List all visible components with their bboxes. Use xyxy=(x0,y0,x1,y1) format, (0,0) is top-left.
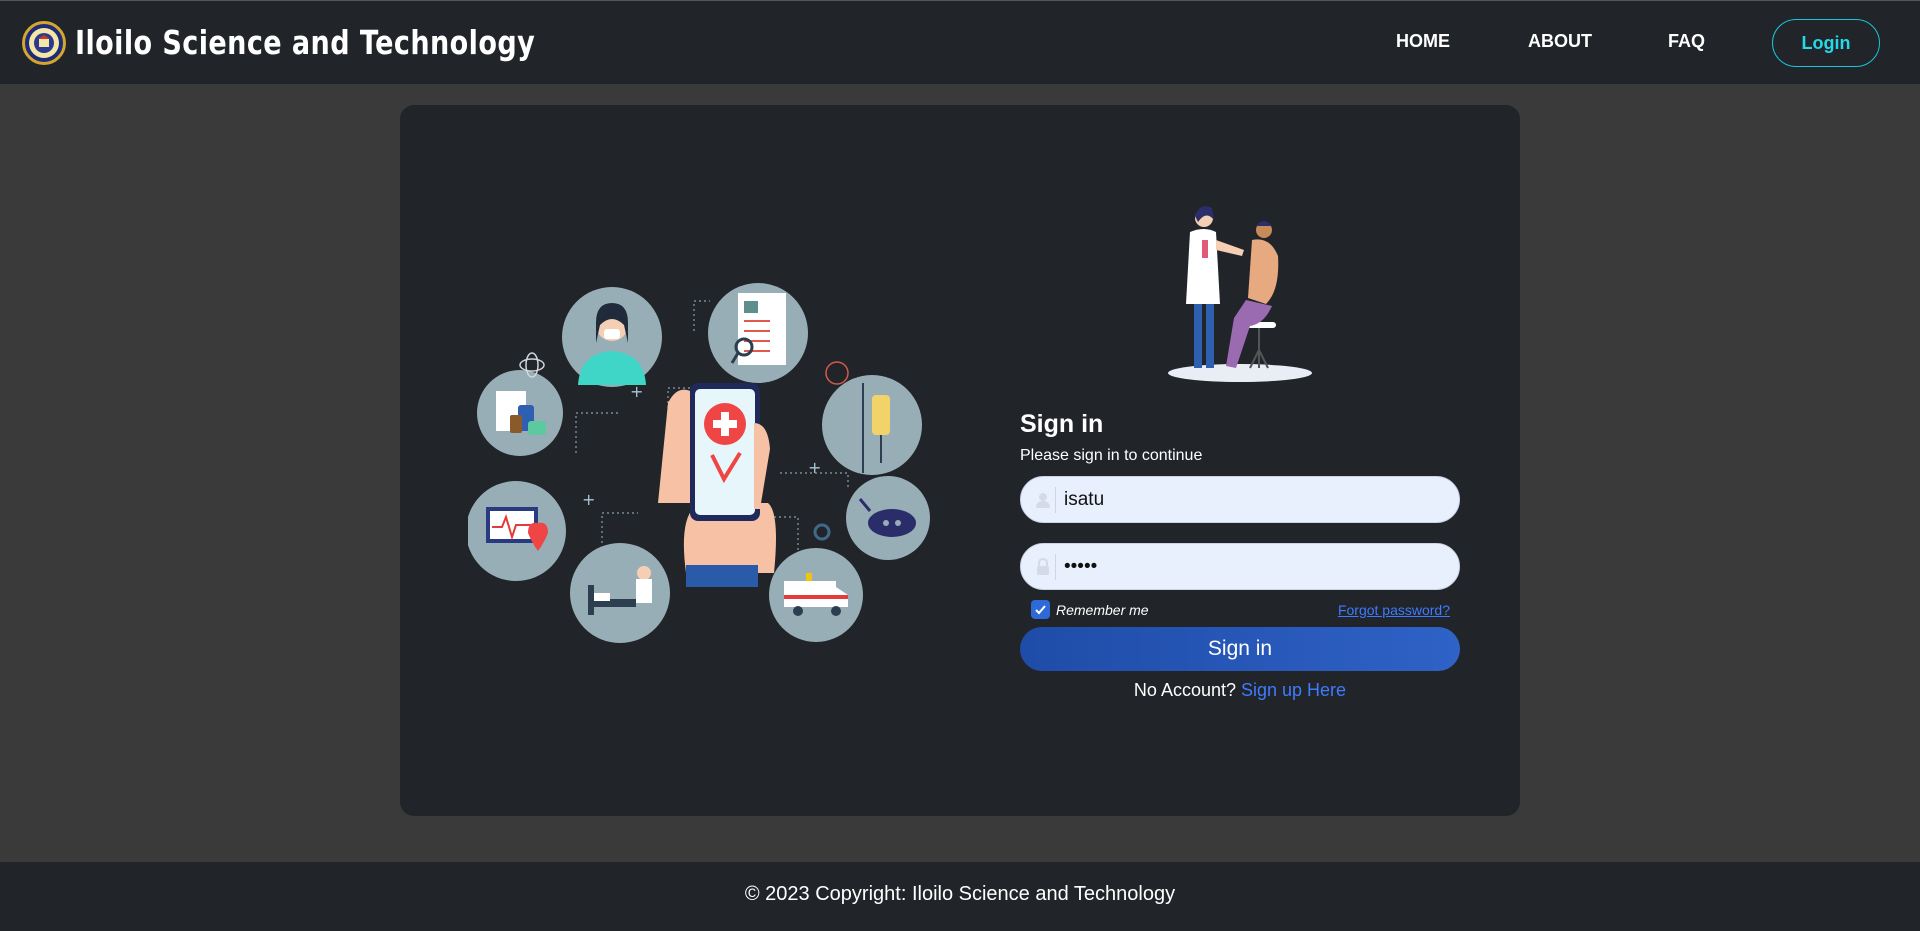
signin-card: + + + Sign in Please sign in to continue xyxy=(400,105,1520,816)
footer-copyright: © 2023 Copyright: Iloilo Science and Tec… xyxy=(744,883,1176,905)
no-account-row: No Account? Sign up Here xyxy=(1020,680,1460,701)
username-value: isatu xyxy=(1064,488,1105,510)
login-button[interactable]: Login xyxy=(1772,19,1880,67)
remember-label: Remember me xyxy=(1056,601,1149,618)
footer: © 2023 Copyright: Iloilo Science and Tec… xyxy=(0,862,1920,931)
password-value: ••••• xyxy=(1064,555,1098,577)
svg-text:+: + xyxy=(630,382,643,401)
signin-form: Sign in Please sign in to continue isatu… xyxy=(1020,410,1460,701)
signup-link[interactable]: Sign up Here xyxy=(1241,680,1346,700)
svg-text:+: + xyxy=(582,490,595,509)
signin-button[interactable]: Sign in xyxy=(1020,627,1460,671)
remember-checkbox[interactable] xyxy=(1031,600,1050,619)
remember-me[interactable]: Remember me xyxy=(1031,600,1149,619)
lock-icon xyxy=(1030,553,1056,580)
doctor-patient-illustration xyxy=(1168,206,1312,382)
signin-title: Sign in xyxy=(1020,410,1104,438)
checkmark-icon xyxy=(1035,605,1046,615)
nav-home[interactable]: HOME xyxy=(1396,31,1450,52)
no-account-text: No Account? xyxy=(1133,680,1241,700)
signin-subtitle: Please sign in to continue xyxy=(1020,447,1203,464)
telemedicine-illustration: + + + xyxy=(468,283,930,643)
password-field[interactable]: ••••• xyxy=(1020,543,1460,590)
username-field[interactable]: isatu xyxy=(1020,476,1460,523)
forgot-password-link[interactable]: Forgot password? xyxy=(1338,602,1450,618)
nav-faq[interactable]: FAQ xyxy=(1668,31,1705,52)
user-icon xyxy=(1030,486,1056,513)
nav-about[interactable]: ABOUT xyxy=(1528,31,1592,52)
top-navbar: Iloilo Science and Technology HOME ABOUT… xyxy=(0,0,1920,84)
svg-text:+: + xyxy=(808,458,821,477)
